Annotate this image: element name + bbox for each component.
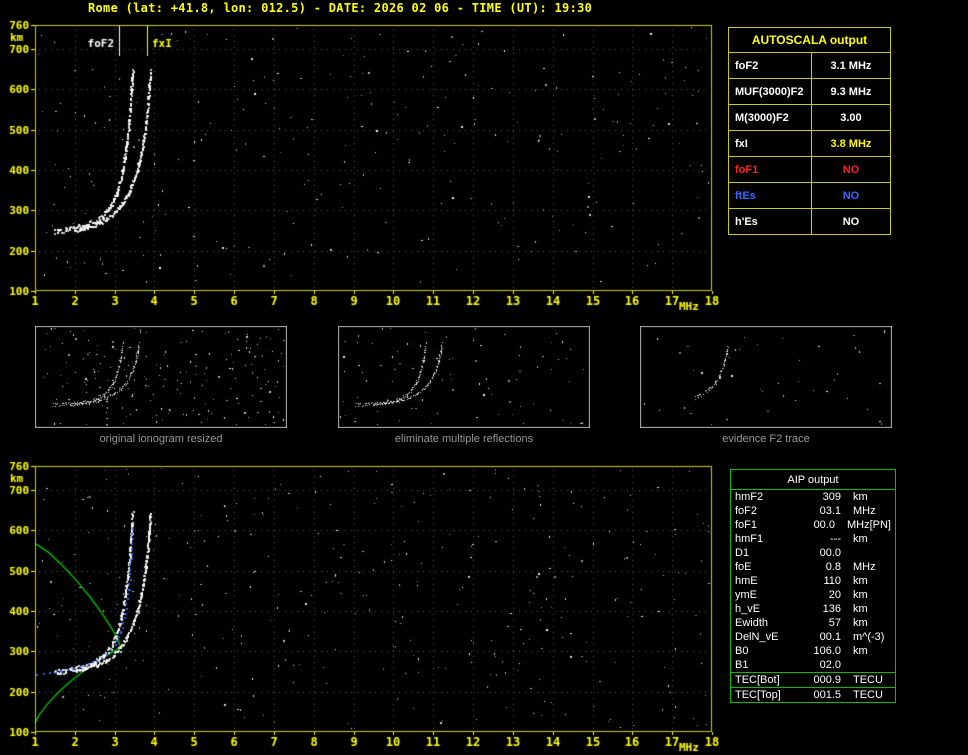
- param-value: 02.0: [819, 659, 841, 671]
- aip-row: hmE 110 km: [731, 574, 895, 588]
- param-unit: TECU: [853, 674, 883, 686]
- param-label: fxI: [728, 130, 812, 157]
- param-label: M(3000)F2: [728, 104, 812, 131]
- param-unit: km: [853, 603, 868, 615]
- param-value: 136: [822, 603, 841, 615]
- autoscala-row: foF1 NO: [728, 156, 892, 183]
- aip-row: D1 00.0: [731, 546, 895, 560]
- panel-evidence-f2-trace: [640, 326, 892, 428]
- param-label: Ewidth: [735, 617, 769, 629]
- autoscala-output-table: AUTOSCALA output foF2 3.1 MHz MUF(3000)F2 9…: [728, 27, 892, 235]
- param-unit: km: [853, 645, 868, 657]
- panel-eliminate-multiples: [338, 326, 590, 428]
- param-value: NO: [810, 208, 892, 235]
- aip-row: DelN_vE 00.1 m^(-3): [731, 630, 895, 644]
- autoscala-table-body: foF2 3.1 MHz MUF(3000)F2 9.3 MHz M(3000)F2 3.…: [728, 52, 892, 235]
- param-value: 00.1: [819, 631, 841, 643]
- param-label: DelN_vE: [735, 631, 779, 643]
- param-value: 57: [828, 617, 841, 629]
- autoscala-row: M(3000)F2 3.00: [728, 104, 892, 131]
- param-unit: MHz: [846, 519, 870, 531]
- autoscala-row: ftEs NO: [728, 182, 892, 209]
- param-value: NO: [810, 156, 892, 183]
- autoscala-row: fxI 3.8 MHz: [728, 130, 892, 157]
- panel-caption-original: original ionogram resized: [99, 433, 223, 445]
- param-unit: km: [853, 617, 868, 629]
- aip-row: foF1 00.0 MHz [PN]: [731, 518, 895, 532]
- param-value: NO: [810, 182, 892, 209]
- param-label: TEC[Top]: [735, 689, 781, 701]
- param-value: 3.8 MHz: [810, 130, 892, 157]
- profile-ionogram-plot: [0, 455, 725, 755]
- param-label: B1: [735, 659, 749, 671]
- param-label: MUF(3000)F2: [728, 78, 812, 105]
- param-unit: km: [853, 575, 868, 587]
- param-label: hmF1: [735, 533, 764, 545]
- param-label: TEC[Bot]: [735, 674, 780, 686]
- autoscala-row: foF2 3.1 MHz: [728, 52, 892, 79]
- param-label: foF1: [735, 519, 758, 531]
- param-value: 03.1: [819, 505, 841, 517]
- param-unit: km: [853, 491, 868, 503]
- param-value: 00.0: [813, 519, 835, 531]
- param-label: ymE: [735, 589, 757, 601]
- autoscala-screen: Rome (lat: +41.8, lon: 012.5) - DATE: 20…: [0, 0, 968, 755]
- aip-table-body: hmF2 309 km foF2 03.1 MHz foF1 00.0 MHz [PN] hmF1-…: [731, 490, 895, 702]
- param-unit: km: [853, 589, 868, 601]
- panel-original-ionogram: [35, 326, 287, 428]
- param-label: h'Es: [728, 208, 812, 235]
- autoscala-header-row: AUTOSCALA output: [728, 27, 891, 53]
- param-value: 20: [828, 589, 841, 601]
- aip-panel-header: AIP output: [731, 470, 895, 490]
- aip-row: TEC[Bot] 000.9 TECU: [731, 672, 895, 687]
- param-value: 3.1 MHz: [810, 52, 892, 79]
- param-label: hmF2: [735, 491, 764, 503]
- aip-output-panel: AIP output hmF2 309 km foF2 03.1 MHz foF1 00.0 M…: [730, 469, 896, 703]
- param-value: 001.5: [813, 689, 841, 701]
- param-unit: m^(-3): [853, 631, 885, 643]
- param-value: 9.3 MHz: [810, 78, 892, 105]
- aip-row: hmF1 --- km: [731, 532, 895, 546]
- aip-row: foE 0.8 MHz: [731, 560, 895, 574]
- param-label: foF2: [735, 505, 758, 517]
- param-value: ---: [830, 533, 841, 545]
- param-unit: TECU: [853, 689, 883, 701]
- param-label: hmE: [735, 575, 758, 587]
- param-label: ftEs: [728, 182, 812, 209]
- aip-row: hmF2 309 km: [731, 490, 895, 504]
- param-value: 00.0: [819, 547, 841, 559]
- panel-caption-multiples: eliminate multiple reflections: [394, 433, 534, 445]
- autoscala-row: MUF(3000)F2 9.3 MHz: [728, 78, 892, 105]
- main-ionogram-plot: [0, 14, 725, 314]
- param-unit: MHz: [853, 505, 876, 517]
- autoscala-table-header: AUTOSCALA output: [728, 27, 891, 53]
- param-value: 106.0: [813, 645, 841, 657]
- param-label: B0: [735, 645, 749, 657]
- param-label: foF1: [728, 156, 812, 183]
- panel-caption-f2: evidence F2 trace: [722, 433, 810, 445]
- param-value: 309: [822, 491, 841, 503]
- aip-row: ymE 20 km: [731, 588, 895, 602]
- aip-row: foF2 03.1 MHz: [731, 504, 895, 518]
- param-unit: km: [853, 533, 868, 545]
- param-label: D1: [735, 547, 750, 559]
- param-value: 0.8: [825, 561, 841, 573]
- page-title: Rome (lat: +41.8, lon: 012.5) - DATE: 20…: [88, 1, 593, 15]
- aip-row: B1 02.0: [731, 658, 895, 672]
- autoscala-row: h'Es NO: [728, 208, 892, 235]
- aip-row: B0 106.0 km: [731, 644, 895, 658]
- param-unit: MHz: [853, 561, 876, 573]
- param-value: 3.00: [810, 104, 892, 131]
- param-value: 110: [823, 575, 841, 587]
- param-value: 000.9: [813, 674, 841, 686]
- param-label: foF2: [728, 52, 812, 79]
- aip-row: h_vE 136 km: [731, 602, 895, 616]
- aip-row: TEC[Top] 001.5 TECU: [731, 687, 895, 702]
- param-label: h_vE: [735, 603, 761, 615]
- aip-row: Ewidth 57 km: [731, 616, 895, 630]
- param-note: [PN]: [869, 519, 891, 531]
- param-label: foE: [735, 561, 752, 573]
